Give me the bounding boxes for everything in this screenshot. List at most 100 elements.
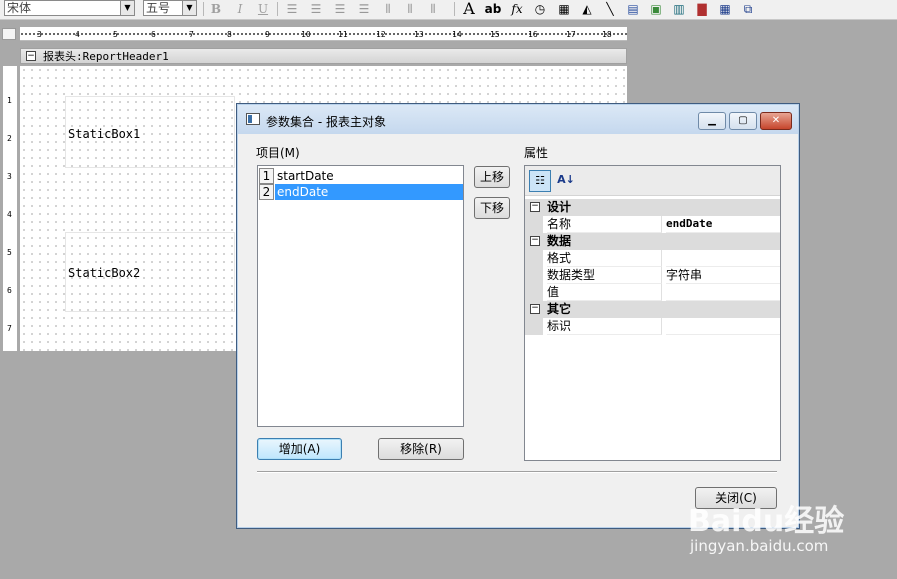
move-down-button[interactable]: 下移	[474, 197, 510, 219]
property-row-name[interactable]: 名称 endDate	[525, 216, 780, 233]
subreport-icon[interactable]: ⧉	[739, 1, 757, 17]
toolbar-separator	[277, 2, 278, 16]
property-name: 值	[547, 284, 662, 301]
italic-button[interactable]: I	[231, 1, 249, 17]
list-item-index: 2	[259, 184, 274, 200]
category-name: 数据	[547, 234, 572, 248]
align-justify-icon[interactable]: ☰	[355, 1, 373, 17]
ruler-tick: 16	[528, 30, 538, 39]
align-left-icon[interactable]: ☰	[283, 1, 301, 17]
valign-bottom-icon[interactable]: ⦀	[424, 1, 442, 17]
ab-tool-icon[interactable]: ab	[484, 1, 502, 17]
category-other[interactable]: − 其它	[525, 301, 780, 318]
category-name: 其它	[547, 302, 572, 316]
category-data[interactable]: − 数据	[525, 233, 780, 250]
ruler-tick: 10	[301, 30, 311, 39]
report-header-band[interactable]: − 报表头:ReportHeader1	[20, 48, 627, 64]
underline-button[interactable]: U	[254, 1, 272, 17]
collapse-icon[interactable]: −	[530, 202, 540, 212]
rich-text-icon[interactable]: ▤	[624, 1, 642, 17]
toolbar-separator	[203, 2, 204, 16]
property-name: 标识	[547, 318, 662, 335]
picture-icon[interactable]: ▣	[647, 1, 665, 17]
ruler-corner	[2, 28, 16, 40]
ruler-tick: 12	[376, 30, 386, 39]
property-grid-toolbar: ☷ A↓	[525, 166, 780, 196]
property-name: 名称	[547, 216, 662, 233]
maximize-button[interactable]: ▢	[729, 112, 757, 130]
watermark-brand: Baidu经验	[688, 504, 845, 539]
categorized-icon[interactable]: ☷	[529, 170, 551, 192]
ruler-tick: 7	[7, 324, 12, 333]
shapes-icon[interactable]: ◭	[578, 1, 596, 17]
static-box-label: StaticBox1	[68, 127, 141, 141]
ruler-tick: 8	[227, 30, 232, 39]
ruler-tick: 6	[7, 286, 12, 295]
horizontal-ruler: 3 4 5 6 7 8 9 10 11 12 13 14 15 16 17 18	[20, 27, 627, 41]
ruler-tick: 5	[113, 30, 118, 39]
remove-button[interactable]: 移除(R)	[378, 438, 464, 460]
minimize-button[interactable]: ▁	[698, 112, 726, 130]
calculator-icon[interactable]: ▦	[555, 1, 573, 17]
watermark-url: jingyan.baidu.com	[690, 537, 829, 555]
property-name: 格式	[547, 250, 662, 267]
line-tool-icon[interactable]: ╲	[601, 1, 619, 17]
move-up-button[interactable]: 上移	[474, 166, 510, 188]
static-box-2[interactable]: StaticBox2	[65, 232, 235, 312]
row-gutter	[525, 267, 543, 284]
category-name: 设计	[547, 200, 572, 214]
ruler-tick: 6	[151, 30, 156, 39]
vertical-ruler: 1 2 3 4 5 6 7	[3, 66, 17, 351]
barcode-icon[interactable]: ▥	[670, 1, 688, 17]
add-button[interactable]: 增加(A)	[257, 438, 342, 460]
collapse-icon[interactable]: −	[26, 51, 36, 61]
font-size-combo[interactable]: 五号 ▼	[143, 0, 197, 16]
parameter-collection-dialog: 参数集合 - 报表主对象 ▁ ▢ ✕ 项目(M) 属性 1 startDate …	[236, 103, 800, 529]
collapse-icon[interactable]: −	[530, 304, 540, 314]
property-grid[interactable]: ☷ A↓ − 设计 名称 endDate − 数据 格式 数据类型 字符串 值	[524, 165, 781, 461]
bold-button[interactable]: B	[207, 1, 225, 17]
list-item-name: startDate	[277, 169, 334, 183]
ruler-tick: 18	[602, 30, 612, 39]
ruler-tick: 13	[414, 30, 424, 39]
function-tool-icon[interactable]: fx	[508, 1, 526, 17]
format-toolbar: 宋体 ▼ 五号 ▼ B I U ☰ ☰ ☰ ☰ ⦀ ⦀ ⦀ A ab fx ◷ …	[0, 0, 897, 20]
category-design[interactable]: − 设计	[525, 199, 780, 216]
property-value[interactable]: 字符串	[666, 267, 780, 284]
chart-icon[interactable]: ▇	[693, 1, 711, 17]
static-box-1[interactable]: StaticBox1	[65, 96, 235, 168]
chevron-down-icon[interactable]: ▼	[182, 1, 196, 15]
valign-top-icon[interactable]: ⦀	[379, 1, 397, 17]
row-gutter	[525, 216, 543, 233]
table-icon[interactable]: ▦	[716, 1, 734, 17]
close-window-button[interactable]: ✕	[760, 112, 792, 130]
list-item[interactable]: 2 endDate	[259, 184, 463, 200]
text-tool-icon[interactable]: A	[460, 1, 478, 17]
sort-alphabetical-icon[interactable]: A↓	[555, 170, 577, 192]
ruler-tick: 14	[452, 30, 462, 39]
property-row-value[interactable]: 值	[525, 284, 780, 301]
chevron-down-icon[interactable]: ▼	[120, 1, 134, 15]
align-center-icon[interactable]: ☰	[307, 1, 325, 17]
property-value[interactable]	[666, 284, 780, 301]
property-value[interactable]	[666, 318, 780, 335]
list-item[interactable]: 1 startDate	[259, 168, 463, 184]
items-listbox[interactable]: 1 startDate 2 endDate	[257, 165, 464, 427]
ruler-tick: 4	[75, 30, 80, 39]
property-value[interactable]: endDate	[666, 216, 780, 233]
section-title: 报表头:ReportHeader1	[43, 50, 169, 63]
collapse-icon[interactable]: −	[530, 236, 540, 246]
list-item-name: endDate	[277, 185, 329, 199]
font-size-value: 五号	[146, 1, 171, 15]
property-row-data-type[interactable]: 数据类型 字符串	[525, 267, 780, 284]
property-value[interactable]	[666, 250, 780, 267]
property-row-id[interactable]: 标识	[525, 318, 780, 335]
dialog-titlebar[interactable]: 参数集合 - 报表主对象 ▁ ▢ ✕	[238, 105, 798, 134]
properties-label: 属性	[524, 146, 549, 160]
row-gutter	[525, 284, 543, 301]
valign-middle-icon[interactable]: ⦀	[401, 1, 419, 17]
property-row-format[interactable]: 格式	[525, 250, 780, 267]
font-name-combo[interactable]: 宋体 ▼	[4, 0, 135, 16]
align-right-icon[interactable]: ☰	[331, 1, 349, 17]
clock-icon[interactable]: ◷	[531, 1, 549, 17]
